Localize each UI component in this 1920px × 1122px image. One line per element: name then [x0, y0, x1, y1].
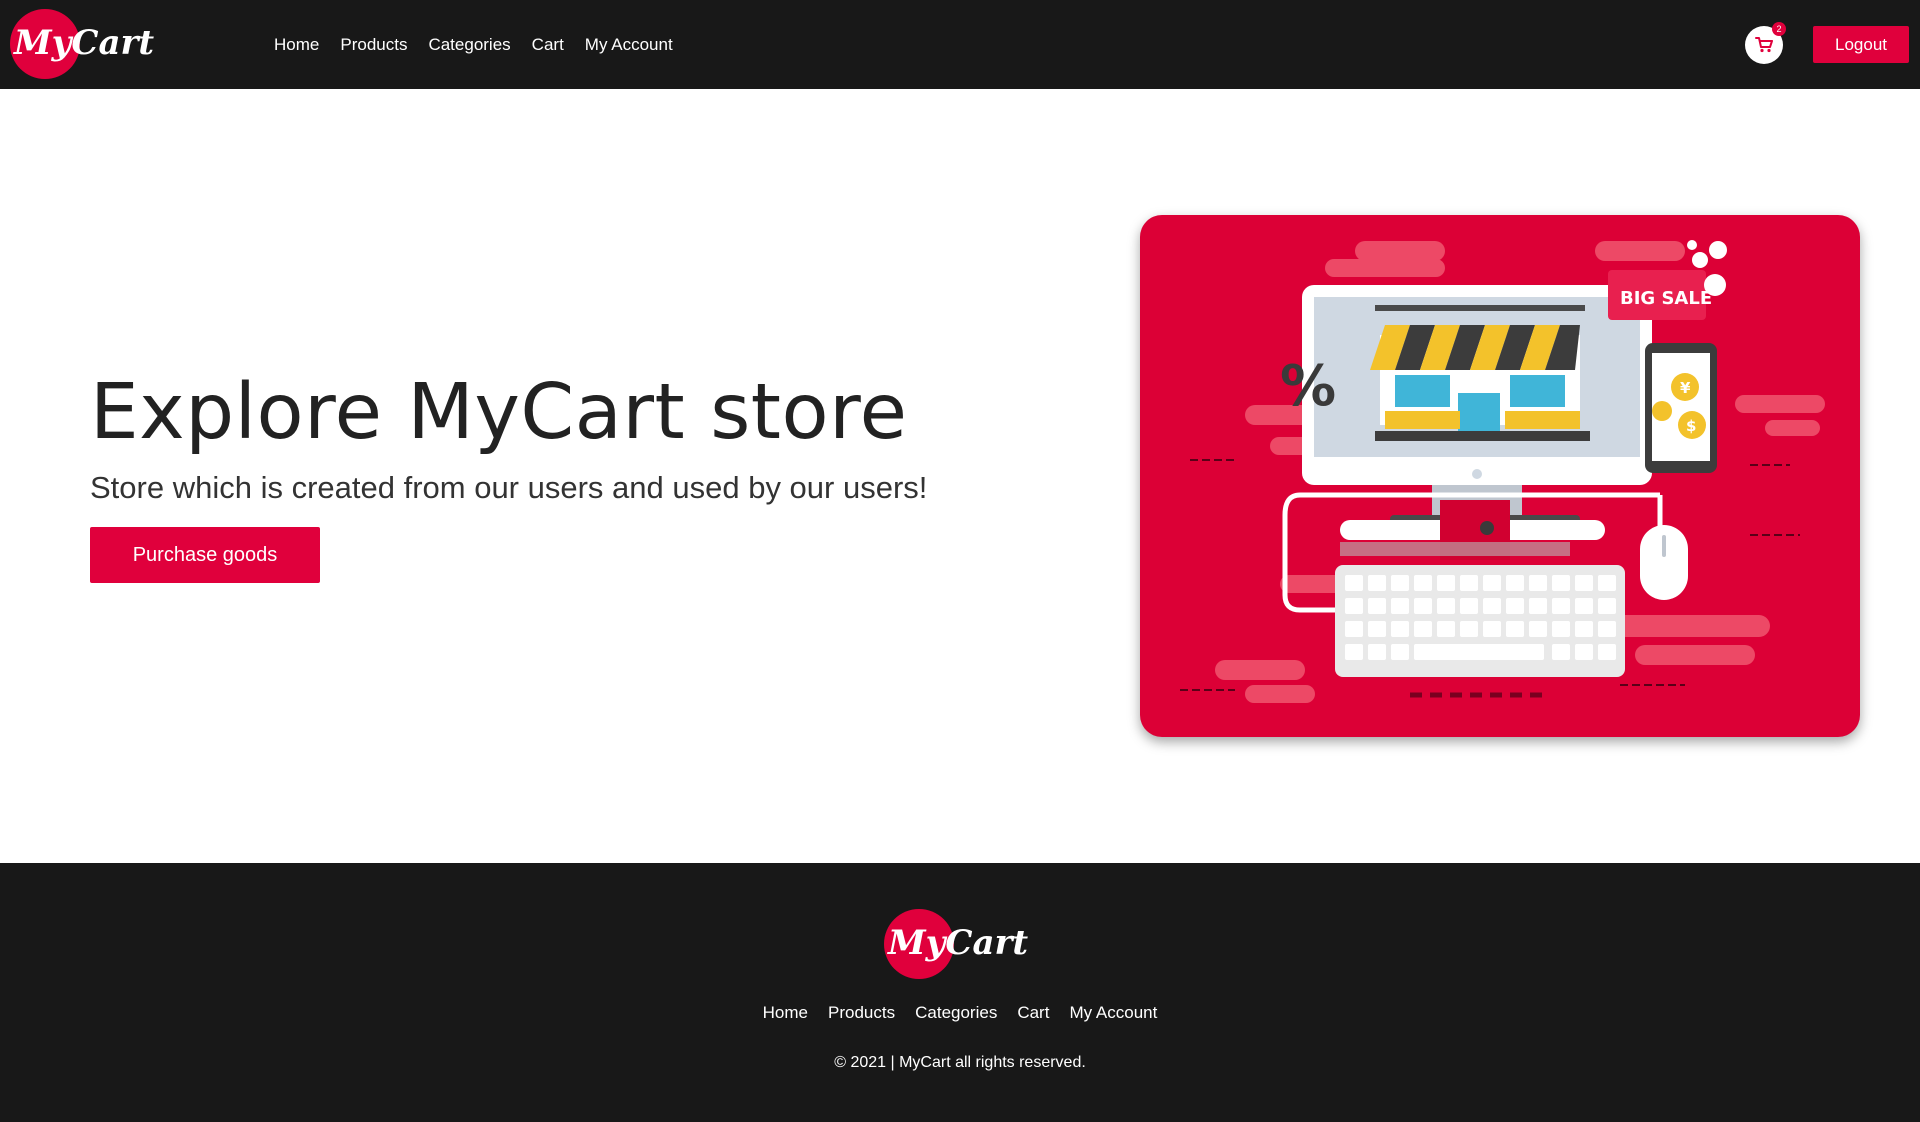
hero-illustration: % BIG SALE ¥ $: [1140, 215, 1860, 737]
top-navbar: MyCart Home Products Categories Cart My …: [0, 0, 1920, 89]
footer-nav-products[interactable]: Products: [828, 1003, 895, 1023]
brand-logo-text: MyCart: [13, 23, 154, 63]
cart-button[interactable]: 2: [1745, 22, 1786, 64]
footer-nav-categories[interactable]: Categories: [915, 1003, 997, 1023]
nav-home[interactable]: Home: [274, 35, 319, 55]
footer-brand-logo-text: MyCart: [887, 923, 1028, 963]
hero-title: Explore MyCart store: [90, 368, 908, 457]
main-nav: Home Products Categories Cart My Account: [274, 0, 694, 89]
nav-products[interactable]: Products: [340, 35, 407, 55]
footer-nav: Home Products Categories Cart My Account: [0, 1003, 1920, 1023]
hero-subtitle: Store which is created from our users an…: [90, 470, 928, 505]
logout-button[interactable]: Logout: [1813, 26, 1909, 63]
footer: MyCart: [0, 863, 1920, 1122]
dollar-icon: $: [1686, 417, 1696, 435]
footer-brand-logo[interactable]: MyCart: [882, 908, 1042, 980]
nav-cart[interactable]: Cart: [532, 35, 564, 55]
footer-nav-home[interactable]: Home: [763, 1003, 808, 1023]
purchase-goods-button[interactable]: Purchase goods: [90, 527, 320, 583]
copyright-text: © 2021 | MyCart all rights reserved.: [834, 1054, 1086, 1071]
big-sale-label: BIG SALE: [1620, 288, 1712, 309]
cart-count-badge: 2: [1772, 22, 1786, 36]
shopping-cart-icon: [1755, 37, 1773, 53]
brand-logo[interactable]: MyCart: [8, 8, 168, 80]
nav-categories[interactable]: Categories: [428, 35, 510, 55]
nav-my-account[interactable]: My Account: [585, 35, 673, 55]
footer-nav-cart[interactable]: Cart: [1017, 1003, 1049, 1023]
yen-icon: ¥: [1680, 379, 1691, 397]
footer-nav-my-account[interactable]: My Account: [1069, 1003, 1157, 1023]
percent-sign: %: [1280, 354, 1336, 419]
